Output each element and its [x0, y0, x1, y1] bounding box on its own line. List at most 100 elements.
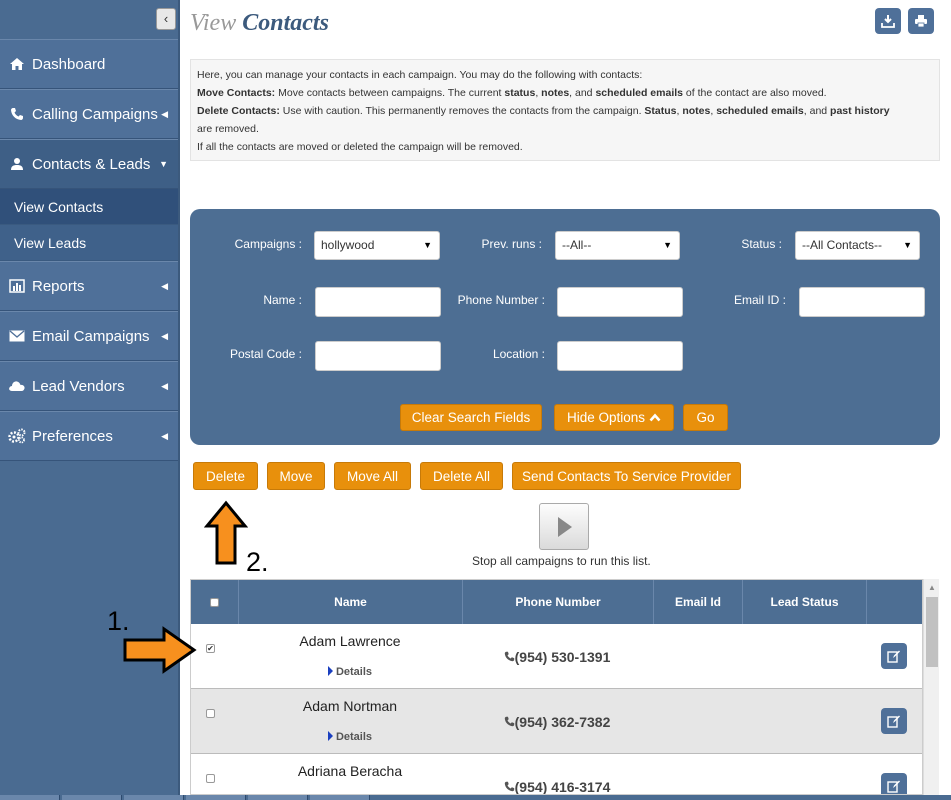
row-checkbox[interactable] [206, 709, 215, 718]
location-label: Location : [492, 347, 545, 361]
run-list-hint: Stop all campaigns to run this list. [472, 554, 651, 568]
header-name[interactable]: Name [239, 580, 463, 624]
move-button[interactable]: Move [267, 462, 325, 490]
table-scrollbar[interactable]: ▲ [923, 579, 939, 795]
caret-down-icon: ▼ [903, 240, 912, 250]
sidebar-item-email-campaigns[interactable]: Email Campaigns ◀ [0, 311, 178, 361]
caret-left-icon: ◀ [161, 430, 168, 441]
user-icon [6, 157, 28, 171]
cloud-icon [6, 380, 28, 392]
edit-contact-button[interactable] [881, 643, 907, 669]
header-email-id[interactable]: Email Id [654, 580, 743, 624]
collapse-sidebar-button[interactable]: ‹ [156, 8, 176, 30]
sidebar-item-contacts-leads[interactable]: Contacts & Leads ▼ [0, 139, 178, 189]
prev-runs-select-value: --All-- [562, 238, 592, 252]
info-box: Here, you can manage your contacts in ea… [190, 59, 940, 161]
button-label: Delete [205, 468, 246, 484]
play-icon [558, 517, 572, 537]
campaigns-select-value: hollywood [321, 238, 375, 252]
sidebar-subitem-view-contacts[interactable]: View Contacts [0, 189, 178, 225]
search-panel: Campaigns : hollywood ▼ Prev. runs : --A… [190, 209, 940, 445]
sidebar-item-preferences[interactable]: Preferences ◀ [0, 411, 178, 461]
arrow-right-annotation [123, 626, 197, 674]
gears-icon [6, 428, 28, 444]
name-label: Name : [263, 293, 302, 307]
button-label: Go [696, 410, 715, 425]
contact-phone: (954) 530-1391 [463, 649, 651, 665]
phone-icon [504, 781, 514, 792]
caret-right-icon [327, 666, 333, 676]
print-button[interactable] [908, 8, 934, 34]
taskbar-tab[interactable] [124, 795, 184, 800]
contacts-table: Name Phone Number Email Id Lead Status ✔… [190, 579, 923, 795]
sidebar-item-lead-vendors[interactable]: Lead Vendors ◀ [0, 361, 178, 411]
taskbar-tab[interactable] [0, 795, 60, 800]
scrollbar-thumb[interactable] [926, 597, 938, 667]
info-line-delete: Delete Contacts: Use with caution. This … [197, 105, 890, 117]
caret-left-icon: ◀ [161, 330, 168, 341]
button-label: Send Contacts To Service Provider [521, 468, 732, 484]
delete-button[interactable]: Delete [193, 462, 258, 490]
clear-search-fields-button[interactable]: Clear Search Fields [400, 404, 542, 431]
prev-runs-select[interactable]: --All-- ▼ [555, 231, 680, 260]
go-button[interactable]: Go [683, 404, 728, 431]
sidebar-subitem-view-leads[interactable]: View Leads [0, 225, 178, 261]
hide-options-button[interactable]: Hide Options [554, 404, 674, 431]
name-input[interactable] [315, 287, 441, 317]
header-lead-status[interactable]: Lead Status [743, 580, 867, 624]
sidebar-item-label: Reports [32, 277, 85, 295]
info-line: If all the contacts are moved or deleted… [197, 141, 523, 153]
button-label: Move [279, 468, 313, 484]
email-id-input[interactable] [799, 287, 925, 317]
taskbar-tab[interactable] [310, 795, 370, 800]
sidebar-item-label: Preferences [32, 427, 113, 445]
page-title-prefix: View [190, 10, 237, 36]
taskbar-tab[interactable] [186, 795, 246, 800]
bar-chart-icon [6, 279, 28, 293]
details-link[interactable]: Details [239, 666, 461, 678]
header-phone-number[interactable]: Phone Number [463, 580, 654, 624]
campaigns-label: Campaigns : [234, 237, 302, 251]
taskbar-tab[interactable] [62, 795, 122, 800]
sidebar-item-label: Dashboard [32, 55, 106, 73]
scroll-up-icon[interactable]: ▲ [928, 583, 936, 592]
download-button[interactable] [875, 8, 901, 34]
edit-contact-button[interactable] [881, 708, 907, 734]
delete-all-button[interactable]: Delete All [420, 462, 503, 490]
contact-name: Adriana Beracha [297, 763, 403, 779]
sidebar-item-reports[interactable]: Reports ◀ [0, 261, 178, 311]
button-label: Move All [346, 468, 399, 484]
taskbar-tab[interactable] [248, 795, 308, 800]
row-checkbox[interactable] [206, 774, 215, 783]
send-contacts-to-service-provider-button[interactable]: Send Contacts To Service Provider [512, 462, 741, 490]
home-icon [6, 57, 28, 71]
move-all-button[interactable]: Move All [334, 462, 411, 490]
edit-contact-button[interactable] [881, 773, 907, 794]
download-icon [881, 15, 895, 28]
step-2-label: 2. [246, 547, 269, 577]
run-list-button[interactable] [539, 503, 589, 550]
select-all-checkbox[interactable] [210, 597, 219, 607]
location-input[interactable] [557, 341, 683, 371]
sidebar-subitem-label: View Contacts [14, 198, 104, 215]
table-row[interactable]: Adam Nortman Details (954) 362-7382 [191, 689, 922, 754]
edit-icon [887, 715, 900, 728]
caret-down-icon: ▼ [663, 240, 672, 250]
phone-number-label: Phone Number : [457, 293, 545, 307]
details-link[interactable]: Details [239, 731, 461, 743]
sidebar-item-label: Lead Vendors [32, 377, 125, 395]
sidebar-item-label: Contacts & Leads [32, 155, 151, 173]
table-row[interactable]: ✔ Adam Lawrence Details (954) 530-1391 [191, 624, 922, 689]
phone-icon [504, 716, 514, 727]
postal-code-input[interactable] [315, 341, 441, 371]
campaigns-select[interactable]: hollywood ▼ [314, 231, 440, 260]
sidebar-item-calling-campaigns[interactable]: Calling Campaigns ◀ [0, 89, 178, 139]
phone-number-input[interactable] [557, 287, 683, 317]
row-checkbox[interactable]: ✔ [206, 644, 215, 653]
sidebar-item-label: Email Campaigns [32, 327, 150, 345]
button-label: Hide Options [566, 410, 646, 425]
table-row[interactable]: Adriana Beracha (954) 416-3174 [191, 754, 922, 794]
status-label: Status : [741, 237, 782, 251]
sidebar-item-dashboard[interactable]: Dashboard [0, 39, 178, 89]
status-select[interactable]: --All Contacts-- ▼ [795, 231, 920, 260]
